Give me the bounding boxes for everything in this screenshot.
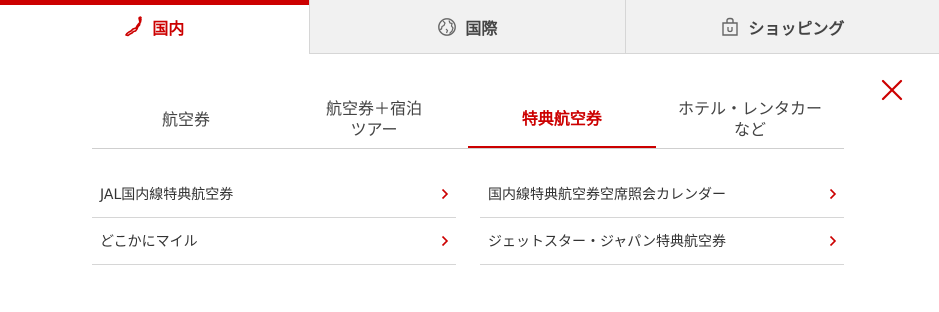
link-jetstar-japan-award[interactable]: ジェットスター・ジャパン特典航空券 [480,218,844,265]
tab-international[interactable]: 国際 [309,0,625,54]
region-tab-bar: 国内 国際 ショッピング [0,0,939,54]
link-award-seat-calendar[interactable]: 国内線特典航空券空席照会カレンダー [480,171,844,218]
tab-international-label: 国際 [465,18,498,38]
tab-air-tickets[interactable]: 航空券 [92,90,280,148]
close-button[interactable] [879,77,905,103]
tab-shopping[interactable]: ショッピング [625,0,939,54]
tab-hotel-rental-car[interactable]: ホテル・レンタカー など [656,90,844,148]
chevron-right-icon [438,234,452,248]
link-label: 国内線特典航空券空席照会カレンダー [488,187,726,203]
link-label: ジェットスター・ジャパン特典航空券 [488,234,726,250]
tab-award-tickets[interactable]: 特典航空券 [468,90,656,148]
link-list-left: JAL国内線特典航空券 どこかにマイル [92,171,456,265]
link-dokokani-mile[interactable]: どこかにマイル [92,218,456,265]
chevron-right-icon [826,234,840,248]
shopping-bag-icon [720,17,740,37]
link-list-right: 国内線特典航空券空席照会カレンダー ジェットスター・ジャパン特典航空券 [480,171,844,265]
link-label: どこかにマイル [100,234,198,250]
tab-air-hotel-tour[interactable]: 航空券＋宿泊 ツアー [280,90,468,148]
japan-map-icon [124,16,144,38]
close-icon [881,79,903,101]
tab-shopping-label: ショッピング [748,18,845,38]
globe-icon [437,17,457,37]
category-tab-bar: 航空券 航空券＋宿泊 ツアー 特典航空券 ホテル・レンタカー など [92,90,844,149]
tab-domestic-label: 国内 [152,19,185,38]
link-jal-domestic-award[interactable]: JAL国内線特典航空券 [92,171,456,218]
chevron-right-icon [438,187,452,201]
link-label: JAL国内線特典航空券 [100,187,234,203]
tab-domestic[interactable]: 国内 [0,0,309,54]
chevron-right-icon [826,187,840,201]
